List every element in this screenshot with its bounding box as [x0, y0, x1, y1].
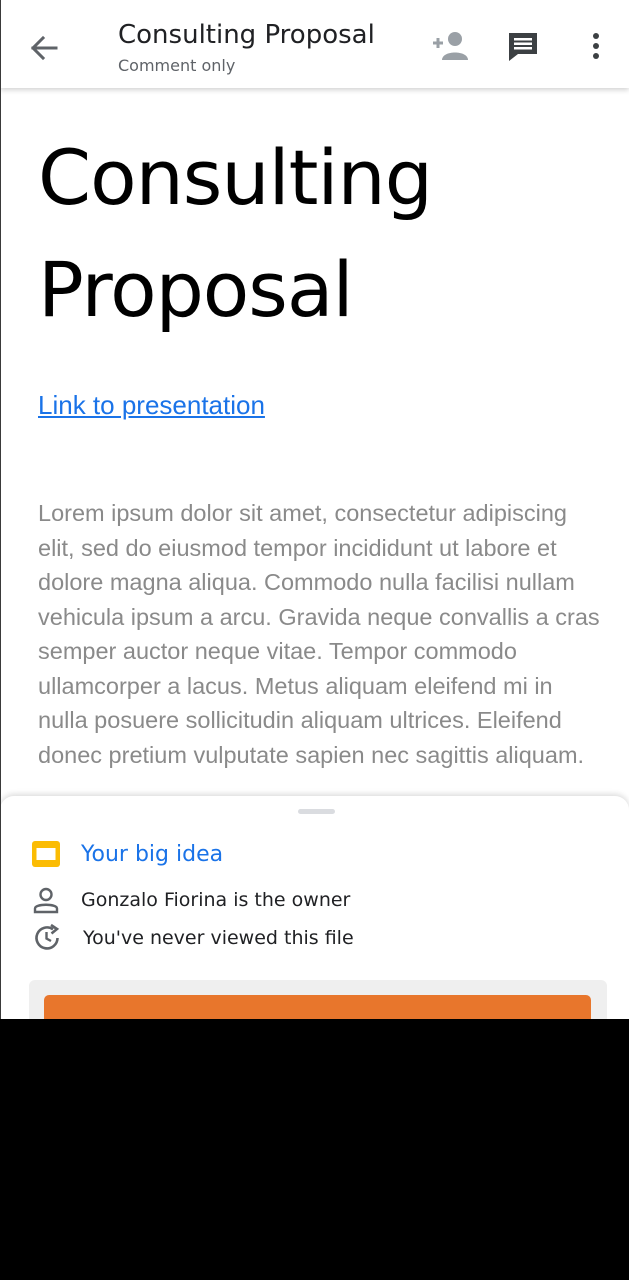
add-people-button[interactable] — [428, 24, 472, 68]
last-viewed-text: You've never viewed this file — [83, 927, 354, 949]
action-area — [29, 980, 607, 1019]
document-heading: Consulting Proposal — [38, 122, 598, 346]
screen: Consulting Proposal Comment only Consult… — [0, 0, 629, 1019]
history-icon — [35, 923, 60, 950]
last-viewed-row: You've never viewed this file — [32, 923, 354, 953]
owner-row: Gonzalo Fiorina is the owner — [32, 885, 350, 915]
heading-line-2: Proposal — [38, 245, 354, 334]
body-paragraph: Lorem ipsum dolor sit amet, consectetur … — [38, 500, 600, 768]
person-icon — [33, 887, 59, 914]
open-file-button[interactable] — [44, 995, 591, 1019]
file-details-sheet: Your big idea Gonzalo Fiorina is the own… — [0, 796, 629, 1019]
more-options-button[interactable] — [574, 24, 618, 68]
arrow-back-icon — [30, 35, 58, 61]
comments-button[interactable] — [501, 24, 545, 68]
app-bar: Consulting Proposal Comment only — [0, 0, 629, 88]
file-info-row: Your big idea — [32, 838, 223, 870]
owner-text: Gonzalo Fiorina is the owner — [81, 889, 351, 911]
comment-icon — [509, 33, 537, 61]
heading-line-1: Consulting — [38, 133, 433, 222]
linked-file-name[interactable]: Your big idea — [81, 842, 223, 867]
presentation-link[interactable]: Link to presentation — [38, 390, 265, 421]
more-vert-icon — [593, 33, 599, 59]
document-title: Consulting Proposal — [118, 20, 375, 50]
back-button[interactable] — [22, 26, 66, 70]
add-person-icon — [433, 32, 468, 60]
screen-edge — [0, 0, 1, 1019]
access-level: Comment only — [118, 56, 236, 75]
sheet-drag-handle[interactable] — [298, 809, 335, 814]
slides-icon — [32, 841, 60, 867]
